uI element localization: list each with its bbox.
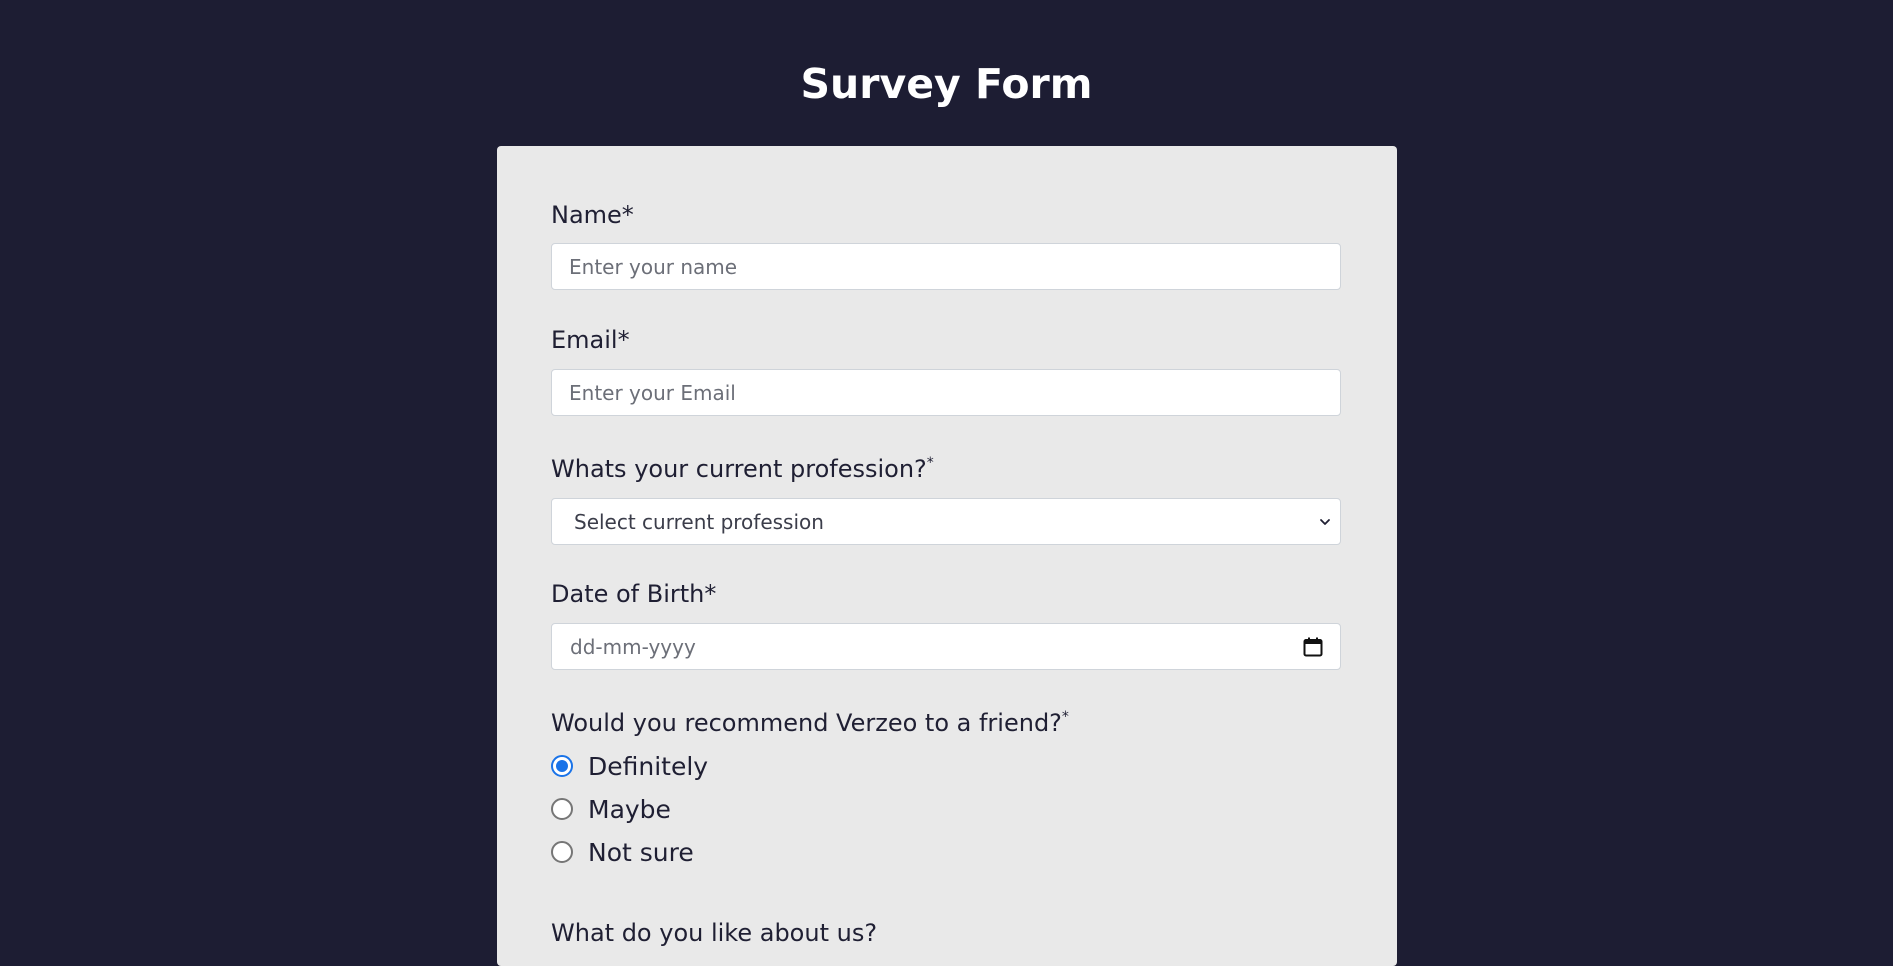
recommend-label-text: Would you recommend Verzeo to a friend?	[551, 709, 1062, 737]
required-mark: *	[1061, 709, 1069, 725]
recommend-label: Would you recommend Verzeo to a friend?*	[551, 708, 1069, 738]
like-label: What do you like about us?	[551, 919, 878, 947]
recommend-option-definitely[interactable]: Definitely	[551, 751, 708, 781]
email-label: Email*	[551, 326, 630, 354]
chevron-down-icon	[1320, 518, 1330, 525]
option-label: Definitely	[588, 751, 709, 781]
recommend-option-maybe[interactable]: Maybe	[551, 794, 671, 824]
profession-label: Whats your current profession?*	[551, 454, 934, 484]
option-label: Maybe	[588, 794, 671, 824]
name-label: Name*	[551, 201, 634, 229]
calendar-icon[interactable]	[1302, 636, 1324, 658]
radio-definitely[interactable]	[551, 755, 573, 777]
page-title: Survey Form	[800, 60, 1093, 108]
profession-select-value: Select current profession	[574, 509, 824, 534]
profession-select[interactable]: Select current profession	[551, 498, 1341, 545]
radio-maybe[interactable]	[551, 798, 573, 820]
name-input[interactable]	[551, 243, 1341, 290]
survey-form-card: Name* Email* Whats your current professi…	[497, 146, 1397, 966]
profession-label-text: Whats your current profession?	[551, 455, 927, 483]
dob-placeholder: dd-mm-yyyy	[570, 634, 696, 659]
radio-not-sure[interactable]	[551, 841, 573, 863]
required-mark: *	[926, 455, 934, 471]
recommend-option-not-sure[interactable]: Not sure	[551, 837, 694, 867]
option-label: Not sure	[588, 837, 694, 867]
dob-label: Date of Birth*	[551, 580, 717, 608]
email-input[interactable]	[551, 369, 1341, 416]
dob-input[interactable]: dd-mm-yyyy	[551, 623, 1341, 670]
